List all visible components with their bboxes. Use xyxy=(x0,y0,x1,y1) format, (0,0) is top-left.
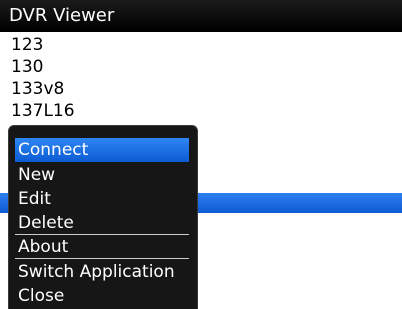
menu-item-switch-application[interactable]: Switch Application xyxy=(15,260,189,284)
list-item[interactable]: 130 xyxy=(0,56,402,78)
menu-item-delete[interactable]: Delete xyxy=(15,211,189,235)
menu-item-new[interactable]: New xyxy=(15,163,189,187)
list-item[interactable]: 133v8 xyxy=(0,78,402,100)
dvr-viewer-screen: DVR Viewer 123 130 133v8 137L16 Connect … xyxy=(0,0,402,309)
context-menu: Connect New Edit Delete About Switch App… xyxy=(8,125,198,309)
list-item[interactable]: 123 xyxy=(0,34,402,56)
menu-separator xyxy=(15,258,189,259)
app-title-bar: DVR Viewer xyxy=(0,0,402,32)
dvr-list: 123 130 133v8 137L16 xyxy=(0,34,402,122)
menu-item-about[interactable]: About xyxy=(15,235,189,259)
menu-item-connect[interactable]: Connect xyxy=(15,138,189,162)
list-item[interactable]: 137L16 xyxy=(0,100,402,122)
menu-item-edit[interactable]: Edit xyxy=(15,187,189,211)
menu-item-close[interactable]: Close xyxy=(15,284,189,308)
